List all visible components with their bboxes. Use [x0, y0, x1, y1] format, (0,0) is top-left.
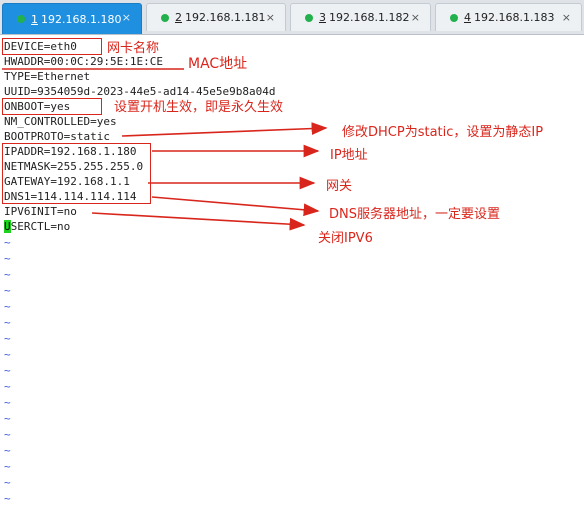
ipv6-note: 关闭IPV6 — [318, 231, 373, 246]
ip-note: IP地址 — [330, 148, 368, 163]
bootproto-note: 修改DHCP为static，设置为静态IP — [342, 125, 544, 140]
onboot-note: 设置开机生效，即是永久生效 — [114, 100, 284, 115]
mac-note: MAC地址 — [188, 56, 248, 72]
bootproto-arrow — [121, 122, 328, 137]
gateway-note: 网关 — [326, 179, 353, 194]
dns-arrow — [151, 196, 320, 217]
dns-note: DNS服务器地址，一定要设置 — [329, 207, 500, 222]
annotation-arrows — [2, 68, 328, 231]
ipv6-arrow — [91, 212, 306, 231]
nic-name-note: 网卡名称 — [107, 41, 160, 56]
